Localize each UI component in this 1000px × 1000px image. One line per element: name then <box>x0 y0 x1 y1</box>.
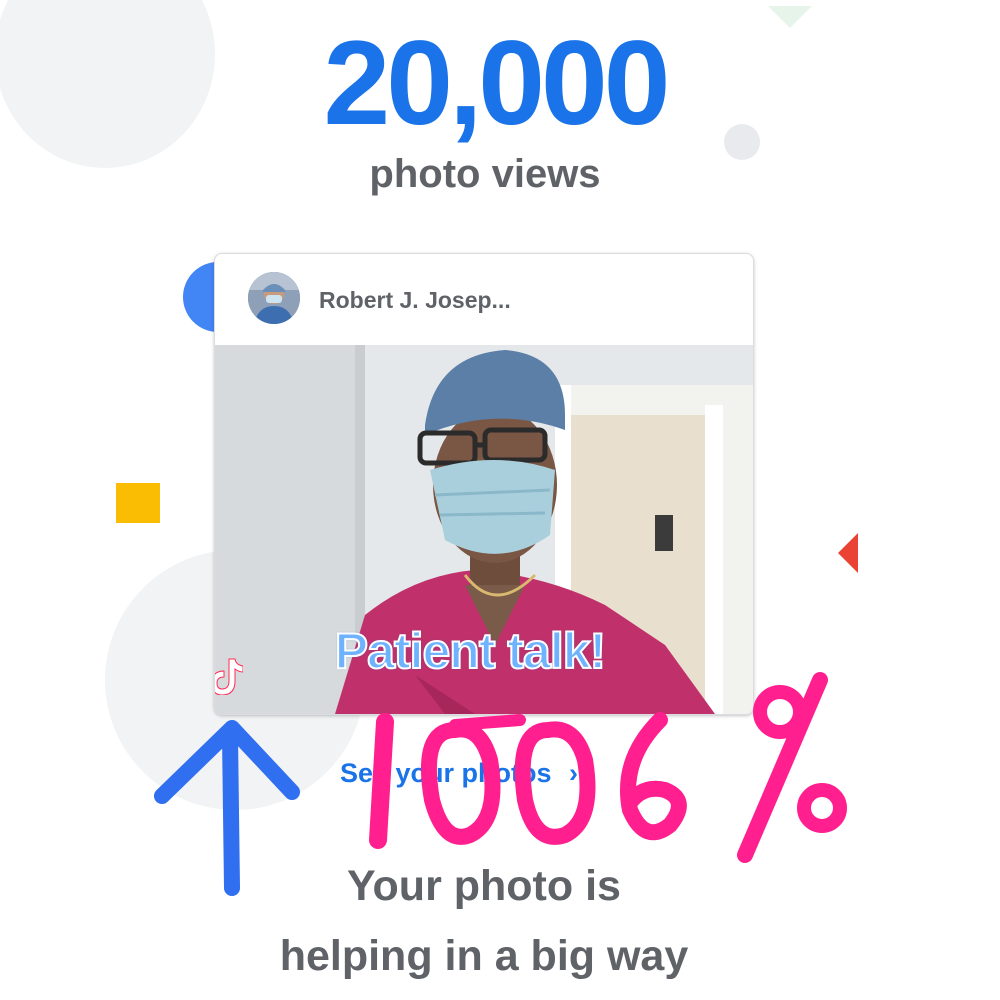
avatar-image <box>248 272 300 324</box>
decorative-yellow-half-circle <box>752 278 812 328</box>
message-line-1: Your photo is <box>347 862 621 910</box>
author-name: Robert J. Josep... <box>319 287 511 313</box>
card-photo[interactable]: Patient talk! <box>215 345 753 714</box>
tiktok-icon <box>215 655 244 696</box>
decorative-red-triangle <box>838 533 858 573</box>
see-your-photos-link[interactable]: See your photos › <box>340 758 578 789</box>
chevron-right-icon: › <box>569 758 579 788</box>
message-line-2: helping in a big way <box>279 932 689 980</box>
screen: 20,000 photo views Robert J. Josep... Pa… <box>0 0 1000 1000</box>
view-count: 20,000 <box>323 16 670 150</box>
decorative-yellow-square <box>116 483 160 523</box>
photo-caption: Patient talk! <box>334 622 607 680</box>
card-header: Robert J. Josep... <box>215 254 753 344</box>
see-your-photos-label: See your photos <box>340 758 552 788</box>
avatar <box>248 272 300 324</box>
view-count-label: photo views <box>369 152 601 196</box>
photo-card[interactable]: Robert J. Josep... Patient talk! <box>214 253 754 715</box>
